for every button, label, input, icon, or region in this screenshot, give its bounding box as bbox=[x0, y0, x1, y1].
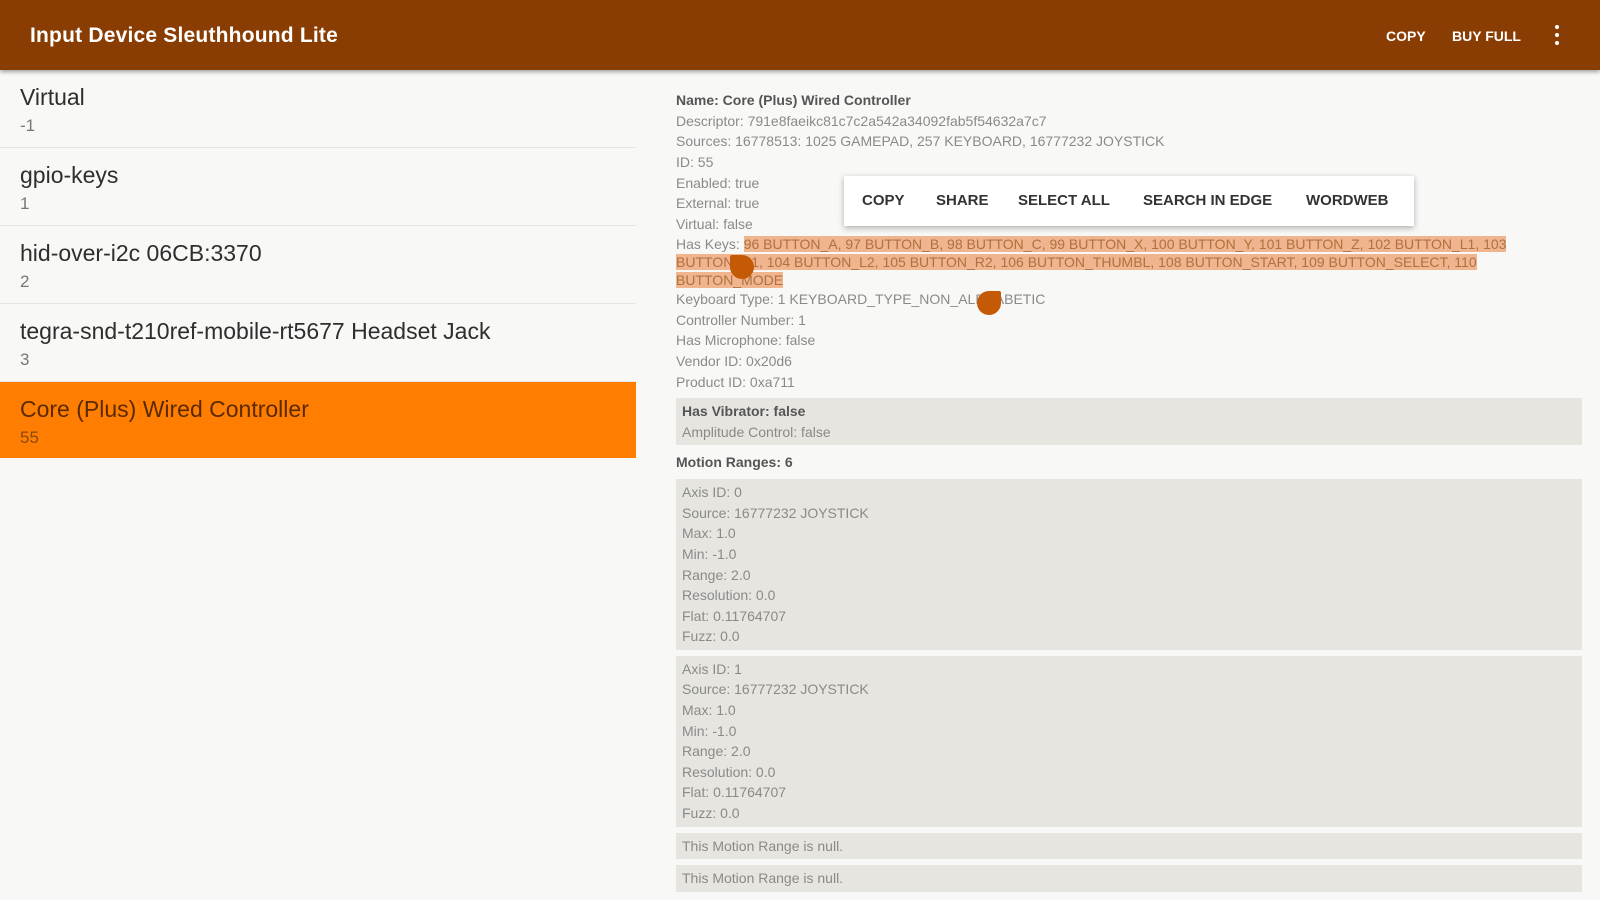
device-item-gpio-keys[interactable]: gpio-keys 1 bbox=[0, 148, 636, 226]
device-item-hid-over-i2c[interactable]: hid-over-i2c 06CB:3370 2 bbox=[0, 226, 636, 304]
popup-select-all-button[interactable]: SELECT ALL bbox=[1018, 192, 1110, 209]
popup-search-button[interactable]: SEARCH IN EDGE bbox=[1143, 192, 1272, 209]
detail-keyboard-type: Keyboard Type: 1 KEYBOARD_TYPE_NON_ALPHA… bbox=[676, 290, 1046, 307]
detail-id: ID: 55 bbox=[676, 154, 714, 171]
more-vert-icon[interactable] bbox=[1552, 24, 1562, 46]
device-item-virtual[interactable]: Virtual -1 bbox=[0, 70, 636, 148]
null-motion-range-card: This Motion Range is null. bbox=[676, 865, 1582, 892]
text-selection-menu: COPY SHARE SELECT ALL SEARCH IN EDGE WOR… bbox=[844, 176, 1414, 226]
device-name: Core (Plus) Wired Controller bbox=[20, 396, 309, 422]
popup-wordweb-button[interactable]: WORDWEB bbox=[1306, 192, 1389, 209]
device-name: tegra-snd-t210ref-mobile-rt5677 Headset … bbox=[20, 318, 491, 344]
motion-ranges-header: Motion Ranges: 6 bbox=[676, 454, 793, 471]
axis-fuzz: Fuzz: 0.0 bbox=[682, 628, 740, 645]
device-id: 2 bbox=[20, 272, 30, 291]
buy-full-button[interactable]: BUY FULL bbox=[1452, 28, 1521, 44]
axis-fuzz: Fuzz: 0.0 bbox=[682, 805, 740, 822]
detail-controller-number: Controller Number: 1 bbox=[676, 311, 806, 328]
device-name: Virtual bbox=[20, 84, 85, 110]
app-title: Input Device Sleuthhound Lite bbox=[30, 24, 338, 47]
null-range-text: This Motion Range is null. bbox=[682, 837, 844, 854]
popup-share-button[interactable]: SHARE bbox=[936, 192, 989, 209]
has-vibrator: Has Vibrator: false bbox=[682, 403, 806, 420]
device-list: Virtual -1 gpio-keys 1 hid-over-i2c 06CB… bbox=[0, 70, 636, 458]
device-id: 3 bbox=[20, 350, 30, 369]
axis-max: Max: 1.0 bbox=[682, 702, 736, 719]
axis-source: Source: 16777232 JOYSTICK bbox=[682, 504, 869, 521]
has-keys-label: Has Keys: bbox=[676, 235, 744, 252]
device-name: gpio-keys bbox=[20, 162, 119, 188]
axis-range: Range: 2.0 bbox=[682, 743, 751, 760]
app-bar: Input Device Sleuthhound Lite COPY BUY F… bbox=[0, 0, 1600, 70]
motion-range-card: Axis ID: 0 Source: 16777232 JOYSTICK Max… bbox=[676, 479, 1582, 650]
selection-start-handle[interactable] bbox=[730, 254, 754, 279]
axis-flat: Flat: 0.11764707 bbox=[682, 784, 787, 801]
detail-has-keys[interactable]: Has Keys: 96 BUTTON_A, 97 BUTTON_B, 98 B… bbox=[676, 235, 1582, 315]
device-item-headset-jack[interactable]: tegra-snd-t210ref-mobile-rt5677 Headset … bbox=[0, 304, 636, 382]
detail-sources: Sources: 16778513: 1025 GAMEPAD, 257 KEY… bbox=[676, 133, 1165, 150]
copy-action-button[interactable]: COPY bbox=[1386, 28, 1426, 44]
axis-range: Range: 2.0 bbox=[682, 566, 751, 583]
detail-name: Name: Core (Plus) Wired Controller bbox=[676, 92, 911, 108]
detail-descriptor: Descriptor: 791e8faeikc81c7c2a542a34092f… bbox=[676, 112, 1047, 129]
detail-product-id: Product ID: 0xa711 bbox=[676, 373, 795, 390]
device-item-core-wired-controller[interactable]: Core (Plus) Wired Controller 55 bbox=[0, 382, 636, 458]
device-id: 1 bbox=[20, 194, 30, 213]
device-id: 55 bbox=[20, 428, 39, 447]
detail-has-microphone: Has Microphone: false bbox=[676, 332, 816, 349]
motion-range-card: Axis ID: 1 Source: 16777232 JOYSTICK Max… bbox=[676, 655, 1582, 827]
axis-id: Axis ID: 0 bbox=[682, 484, 742, 501]
axis-flat: Flat: 0.11764707 bbox=[682, 607, 787, 624]
detail-vendor-id: Vendor ID: 0x20d6 bbox=[676, 352, 792, 369]
device-name: hid-over-i2c 06CB:3370 bbox=[20, 240, 262, 266]
null-range-text: This Motion Range is null. bbox=[682, 870, 844, 887]
axis-resolution: Resolution: 0.0 bbox=[682, 587, 776, 604]
axis-max: Max: 1.0 bbox=[682, 525, 736, 542]
vibrator-card: Has Vibrator: false Amplitude Control: f… bbox=[676, 398, 1582, 446]
axis-resolution: Resolution: 0.0 bbox=[682, 763, 776, 780]
popup-copy-button[interactable]: COPY bbox=[862, 192, 905, 209]
selected-keys-text[interactable]: 96 BUTTON_A, 97 BUTTON_B, 98 BUTTON_C, 9… bbox=[676, 235, 1507, 288]
axis-min: Min: -1.0 bbox=[682, 722, 737, 739]
axis-min: Min: -1.0 bbox=[682, 545, 737, 562]
null-motion-range-card: This Motion Range is null. bbox=[676, 832, 1582, 860]
selection-end-handle[interactable] bbox=[977, 290, 1001, 315]
amplitude-control: Amplitude Control: false bbox=[682, 423, 831, 440]
device-id: -1 bbox=[20, 116, 36, 135]
axis-source: Source: 16777232 JOYSTICK bbox=[682, 681, 869, 698]
axis-id: Axis ID: 1 bbox=[682, 660, 742, 677]
